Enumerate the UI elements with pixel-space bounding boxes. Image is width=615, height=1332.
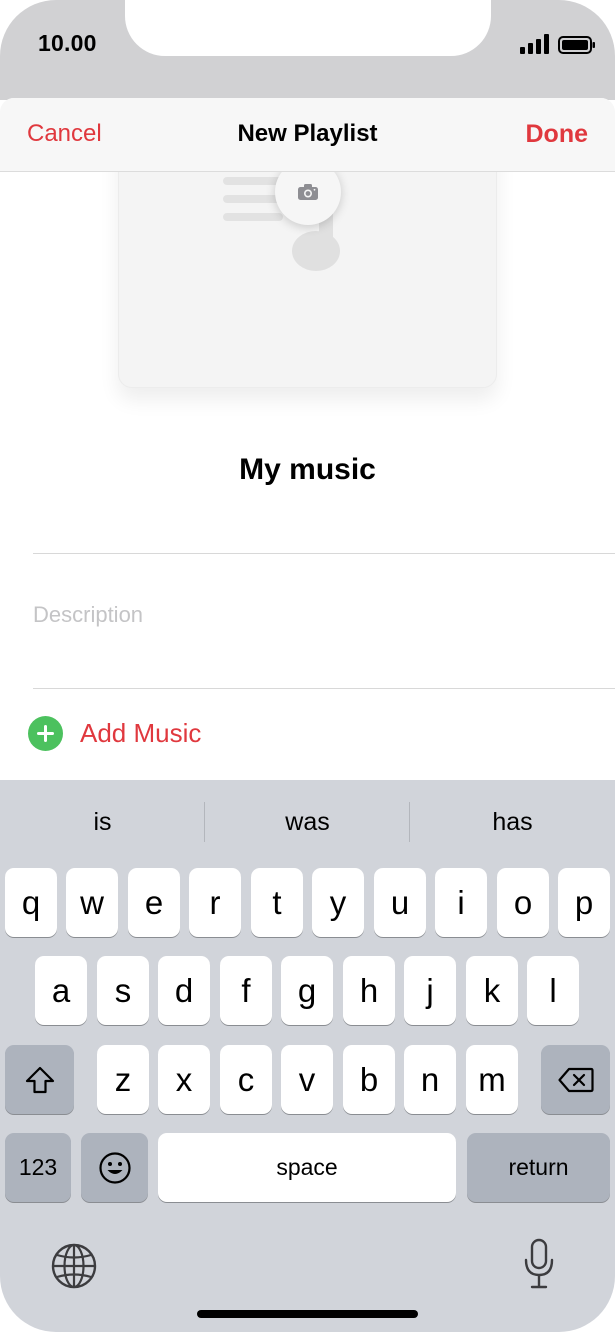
- divider: [33, 553, 615, 554]
- key-q[interactable]: q: [5, 868, 57, 937]
- key-z[interactable]: z: [97, 1045, 149, 1114]
- home-indicator: [197, 1310, 418, 1318]
- playlist-artwork[interactable]: [118, 138, 497, 388]
- done-button[interactable]: Done: [526, 120, 589, 149]
- key-c[interactable]: c: [220, 1045, 272, 1114]
- return-key[interactable]: return: [467, 1133, 610, 1202]
- phone-screen: 10.00 Cancel New Playlist Done My music …: [0, 0, 615, 1332]
- keyboard: is was has q w e r t y u i o p a s d f g…: [0, 780, 615, 1332]
- key-i[interactable]: i: [435, 868, 487, 937]
- playlist-name-field[interactable]: My music: [0, 453, 615, 487]
- add-icon: [28, 716, 63, 751]
- microphone-icon[interactable]: [522, 1238, 556, 1290]
- key-p[interactable]: p: [558, 868, 610, 937]
- status-time: 10.00: [38, 30, 97, 56]
- globe-icon[interactable]: [50, 1242, 98, 1290]
- key-r[interactable]: r: [189, 868, 241, 937]
- key-m[interactable]: m: [466, 1045, 518, 1114]
- camera-icon: [298, 184, 318, 200]
- emoji-icon: [98, 1151, 131, 1184]
- suggestion-was[interactable]: was: [205, 808, 410, 837]
- predictive-bar: is was has: [0, 780, 615, 866]
- key-o[interactable]: o: [497, 868, 549, 937]
- key-a[interactable]: a: [35, 956, 87, 1025]
- numbers-key[interactable]: 123: [5, 1133, 71, 1202]
- key-t[interactable]: t: [251, 868, 303, 937]
- key-g[interactable]: g: [281, 956, 333, 1025]
- key-j[interactable]: j: [404, 956, 456, 1025]
- notch: [125, 0, 491, 56]
- key-x[interactable]: x: [158, 1045, 210, 1114]
- key-l[interactable]: l: [527, 956, 579, 1025]
- key-h[interactable]: h: [343, 956, 395, 1025]
- key-f[interactable]: f: [220, 956, 272, 1025]
- key-y[interactable]: y: [312, 868, 364, 937]
- cellular-signal-icon: [520, 34, 549, 54]
- delete-key[interactable]: [541, 1045, 610, 1114]
- suggestion-is[interactable]: is: [0, 808, 205, 837]
- key-v[interactable]: v: [281, 1045, 333, 1114]
- key-k[interactable]: k: [466, 956, 518, 1025]
- add-music-label: Add Music: [80, 718, 202, 748]
- key-s[interactable]: s: [97, 956, 149, 1025]
- key-b[interactable]: b: [343, 1045, 395, 1114]
- delete-backspace-icon: [557, 1067, 594, 1092]
- shift-key[interactable]: [5, 1045, 74, 1114]
- battery-icon: [558, 36, 595, 54]
- navigation-bar: Cancel New Playlist Done: [0, 98, 615, 172]
- space-key[interactable]: space: [158, 1133, 456, 1202]
- divider: [33, 688, 615, 689]
- shift-icon: [25, 1066, 54, 1093]
- add-music-button[interactable]: Add Music: [28, 716, 201, 751]
- description-field[interactable]: Description: [33, 602, 143, 628]
- key-w[interactable]: w: [66, 868, 118, 937]
- suggestion-has[interactable]: has: [410, 808, 615, 837]
- emoji-key[interactable]: [81, 1133, 148, 1202]
- key-e[interactable]: e: [128, 868, 180, 937]
- key-d[interactable]: d: [158, 956, 210, 1025]
- page-title: New Playlist: [237, 120, 378, 147]
- key-n[interactable]: n: [404, 1045, 456, 1114]
- key-u[interactable]: u: [374, 868, 426, 937]
